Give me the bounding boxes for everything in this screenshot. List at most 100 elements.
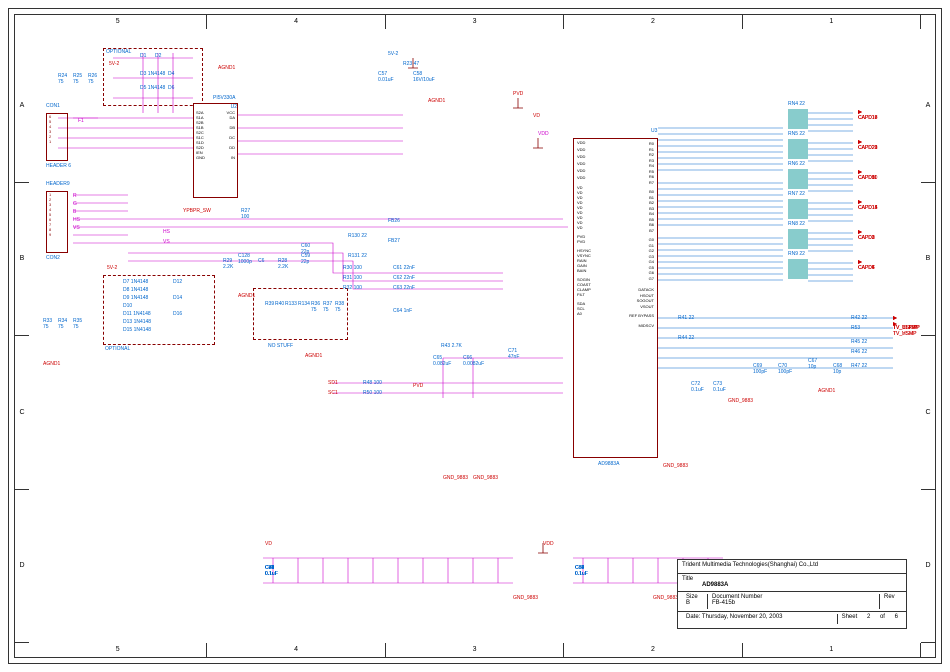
diode-box-bot — [103, 275, 215, 345]
d3: D3 1N4148 — [140, 71, 165, 77]
vdd-top: VDD — [538, 131, 549, 137]
d2: D2 — [155, 53, 161, 59]
rn6 — [788, 169, 808, 189]
r41: R41 22 — [678, 315, 694, 321]
sc1: SC1 — [328, 390, 338, 396]
rn9-ref: RN9 22 — [788, 251, 805, 257]
con2-type: HEADER9 — [46, 181, 70, 187]
r50: R50 100 — [363, 390, 382, 396]
ruler-col: 2 — [564, 15, 742, 29]
rn9 — [788, 259, 808, 279]
d11: D11 1N4148 — [123, 311, 151, 317]
rn7 — [788, 199, 808, 219]
size-val: B — [686, 600, 703, 606]
r42: R42 22 — [851, 315, 867, 321]
title-block: Trident Multimedia Technologies(Shanghai… — [677, 559, 907, 629]
ruler-col: 3 — [386, 15, 564, 29]
ruler-col: 1 — [743, 15, 921, 29]
fb26: FB26 — [388, 218, 400, 224]
r25: R2575 — [73, 73, 82, 85]
d14: D14 — [173, 295, 182, 301]
5v2-bot: 5V-2 — [107, 265, 117, 271]
pvd-label: PVD — [413, 383, 423, 389]
c70: C70100pF — [778, 363, 792, 375]
r34: R3475 — [58, 318, 67, 330]
c69: C69100pF — [753, 363, 767, 375]
rn4-ref: RN4 22 — [788, 101, 805, 107]
agnd-r: AGND1 — [818, 388, 835, 394]
r45: R45 22 — [851, 339, 867, 345]
u3-part: AD9883A — [598, 461, 619, 467]
gnd9883-2: GND_9883 — [473, 475, 498, 481]
u3-ref: U3 — [651, 128, 657, 134]
power-5v2: 5V-2 — [388, 51, 398, 57]
pvd-top: PVD — [513, 91, 523, 97]
diode-box-top — [103, 48, 203, 106]
con1-ref: CON1 — [46, 103, 60, 109]
ruler-row: D — [15, 490, 29, 644]
c71: C7147nF — [508, 348, 519, 360]
ic-u2: U2 S2AVCC S1ADA S2B S1BDB S2C S1CDC S1D … — [193, 103, 238, 198]
date-label: Date: — [686, 614, 700, 620]
rn5 — [788, 139, 808, 159]
rn8-ref: RN8 22 — [788, 221, 805, 227]
r24: R2475 — [58, 73, 67, 85]
optional2: OPTIONAL — [105, 346, 130, 352]
f1-net: F1 — [78, 118, 84, 124]
u2-part: PI5V330A — [213, 95, 236, 101]
sd1: SD1 — [328, 380, 338, 386]
r130: R130 22 — [348, 233, 367, 239]
r43: R43 2.7K — [441, 343, 462, 349]
d1: D1 — [140, 53, 146, 59]
sheet-of: of — [880, 614, 885, 620]
ruler-row: A — [15, 29, 29, 183]
c66: C660.0082uF — [463, 355, 484, 367]
sheet-total: 6 — [895, 614, 898, 620]
no-stuff-box — [253, 288, 348, 340]
d9: D9 1N4148 — [123, 295, 148, 301]
con2-ref: CON2 — [46, 255, 60, 261]
c62: C62 22nF — [393, 275, 415, 281]
c73: C730.1uF — [713, 381, 726, 393]
hs-mid: HS — [163, 229, 170, 235]
ruler-row: B — [15, 183, 29, 337]
net-5v2-left: 5V-2 — [109, 61, 119, 67]
net-vs: VS — [73, 225, 80, 231]
c63: C63 22nF — [393, 285, 415, 291]
d16: D16 — [173, 311, 182, 317]
net-g: G — [73, 201, 77, 207]
sheet-label: Sheet — [842, 614, 858, 620]
d13: D13 1N4148 — [123, 319, 151, 325]
c61: C61 22nF — [393, 265, 415, 271]
r44: R44 22 — [678, 335, 694, 341]
c6: C6 — [258, 258, 264, 264]
con1-type: HEADER 6 — [46, 163, 71, 169]
r23: R23 47 — [403, 61, 419, 67]
r35: R3575 — [73, 318, 82, 330]
gnd9883-1: GND_9883 — [443, 475, 468, 481]
d15: D15 1N4148 — [123, 327, 151, 333]
gnd9883-dec2: GND_9883 — [653, 595, 678, 601]
d8: D8 1N4148 — [123, 287, 148, 293]
rn7-ref: RN7 22 — [788, 191, 805, 197]
d10: D10 — [123, 303, 132, 309]
net-hs: HS — [73, 217, 80, 223]
ruler-col: 5 — [29, 15, 207, 29]
d4: D4 — [168, 71, 174, 77]
no-stuff-label: NO STUFF — [268, 343, 293, 349]
vd-decouple: VD — [265, 541, 272, 547]
r30: R30 100 — [343, 265, 362, 271]
r31: R31 100 — [343, 275, 362, 281]
c67: C6710p — [808, 358, 817, 370]
agnd-nostuff: AGND1 — [305, 353, 322, 359]
gnd9883-dec1: GND_9883 — [513, 595, 538, 601]
r39: R39 — [265, 301, 274, 307]
r48: R48 100 — [363, 380, 382, 386]
docnum: FB-415b — [712, 600, 875, 606]
r38: R3875 — [335, 301, 344, 313]
vs-mid: VS — [163, 239, 170, 245]
net-r: R — [73, 193, 77, 199]
r133: R133 — [285, 301, 297, 307]
vd-top: VD — [533, 113, 540, 119]
c72: C720.1uF — [691, 381, 704, 393]
